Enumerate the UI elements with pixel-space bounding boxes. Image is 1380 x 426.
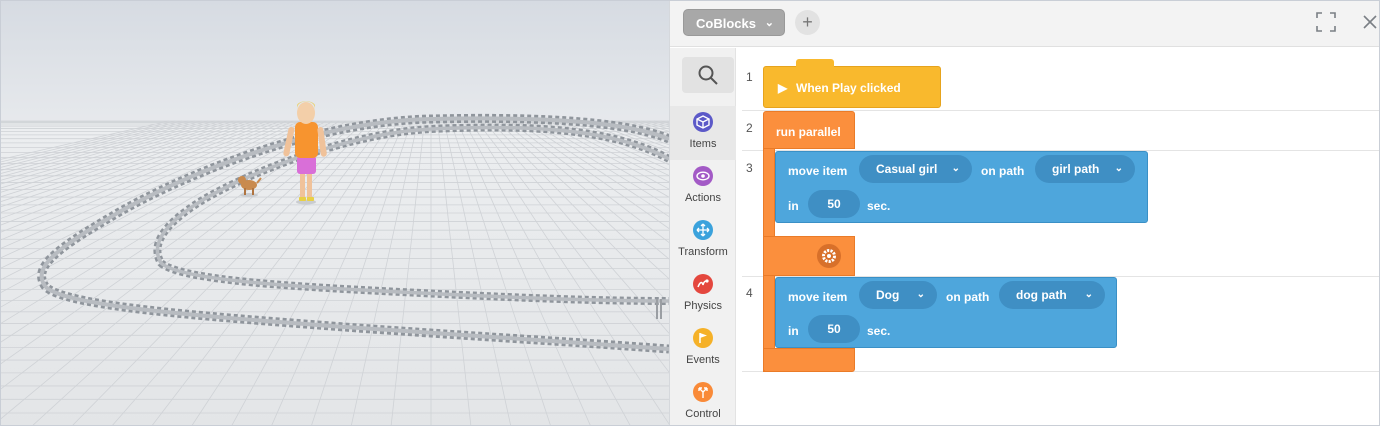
block-label: move item — [788, 164, 848, 178]
block-label: in — [788, 199, 799, 213]
category-label: Items — [689, 138, 717, 150]
when-play-clicked-block[interactable]: ▶ When Play clicked — [763, 66, 941, 108]
block-label: move item — [788, 290, 848, 304]
chevron-down-icon: ⌄ — [1084, 289, 1093, 300]
eye-icon — [693, 166, 713, 186]
block-label: When Play clicked — [796, 81, 901, 95]
path-value: girl path — [1052, 162, 1100, 176]
category-control[interactable]: Control — [670, 376, 736, 425]
block-label: run parallel — [776, 125, 841, 139]
flag-icon — [693, 328, 713, 348]
path-dropdown[interactable]: girl path ⌄ — [1035, 155, 1135, 183]
physics-icon — [693, 274, 713, 294]
fullscreen-icon[interactable] — [1316, 12, 1336, 32]
scene-viewport[interactable] — [1, 1, 669, 425]
category-label: Transform — [678, 246, 728, 258]
block-label: sec. — [867, 199, 891, 213]
duration-input[interactable]: 50 — [808, 190, 860, 218]
category-transform[interactable]: Transform — [670, 214, 736, 268]
search-button[interactable] — [682, 57, 734, 93]
item-dropdown[interactable]: Casual girl ⌄ — [859, 155, 972, 183]
category-label: Physics — [684, 300, 722, 312]
item-dropdown[interactable]: Dog ⌄ — [859, 281, 937, 309]
category-physics[interactable]: Physics — [670, 268, 736, 322]
search-icon — [698, 65, 714, 81]
cube-icon — [693, 112, 713, 132]
project-name: CoBlocks — [696, 16, 756, 31]
line-number: 4 — [746, 286, 753, 300]
item-value: Casual girl — [876, 162, 938, 176]
category-items[interactable]: Items — [670, 106, 736, 160]
category-label: Events — [686, 354, 720, 366]
parallel-footer — [763, 348, 855, 372]
close-icon[interactable] — [1360, 12, 1379, 32]
line-number: 1 — [746, 70, 753, 84]
move-arrows-icon — [693, 220, 713, 240]
block-label: in — [788, 324, 799, 338]
block-categories: Items Actions Transform Physics Events Contro… — [670, 48, 736, 425]
category-label: Control — [685, 408, 721, 420]
code-editor-panel: CoBlocks ⌄ + Items Actions Transform Phy… — [669, 1, 1379, 425]
block-label: on path — [981, 164, 1025, 178]
line-number: 3 — [746, 161, 753, 175]
parallel-branch-divider — [763, 236, 855, 276]
category-events[interactable]: Events — [670, 322, 736, 376]
block-label: on path — [946, 290, 990, 304]
move-item-block[interactable]: move item Dog ⌄ on path dog path ⌄ in 50… — [775, 277, 1117, 348]
category-actions[interactable]: Actions — [670, 160, 736, 214]
app-window: CoBlocks ⌄ + Items Actions Transform Phy… — [0, 0, 1380, 426]
path-value: dog path — [1016, 288, 1067, 302]
path-dropdown[interactable]: dog path ⌄ — [999, 281, 1105, 309]
block-workspace[interactable]: 1 2 3 4 ▶ When Play clicked run parallel — [736, 48, 1379, 425]
run-parallel-block[interactable]: run parallel — [763, 111, 855, 149]
duration-input[interactable]: 50 — [808, 315, 860, 343]
duration-value: 50 — [827, 197, 841, 211]
editor-toolbar: CoBlocks ⌄ + — [670, 1, 1379, 47]
project-select[interactable]: CoBlocks ⌄ — [683, 9, 785, 36]
gear-icon[interactable] — [817, 244, 841, 268]
chevron-down-icon: ⌄ — [951, 163, 960, 174]
hat-cap — [796, 59, 834, 67]
chevron-down-icon: ⌄ — [1114, 163, 1123, 174]
branch-icon — [693, 382, 713, 402]
category-label: Actions — [684, 192, 722, 204]
chevron-down-icon: ⌄ — [916, 289, 925, 300]
duration-value: 50 — [827, 322, 841, 336]
move-item-block[interactable]: move item Casual girl ⌄ on path girl pat… — [775, 151, 1148, 223]
chevron-down-icon: ⌄ — [764, 17, 774, 29]
add-tab-button[interactable]: + — [795, 10, 820, 35]
play-triangle-icon: ▶ — [778, 81, 788, 95]
line-number: 2 — [746, 121, 753, 135]
item-value: Dog — [876, 288, 900, 302]
block-label: sec. — [867, 324, 891, 338]
